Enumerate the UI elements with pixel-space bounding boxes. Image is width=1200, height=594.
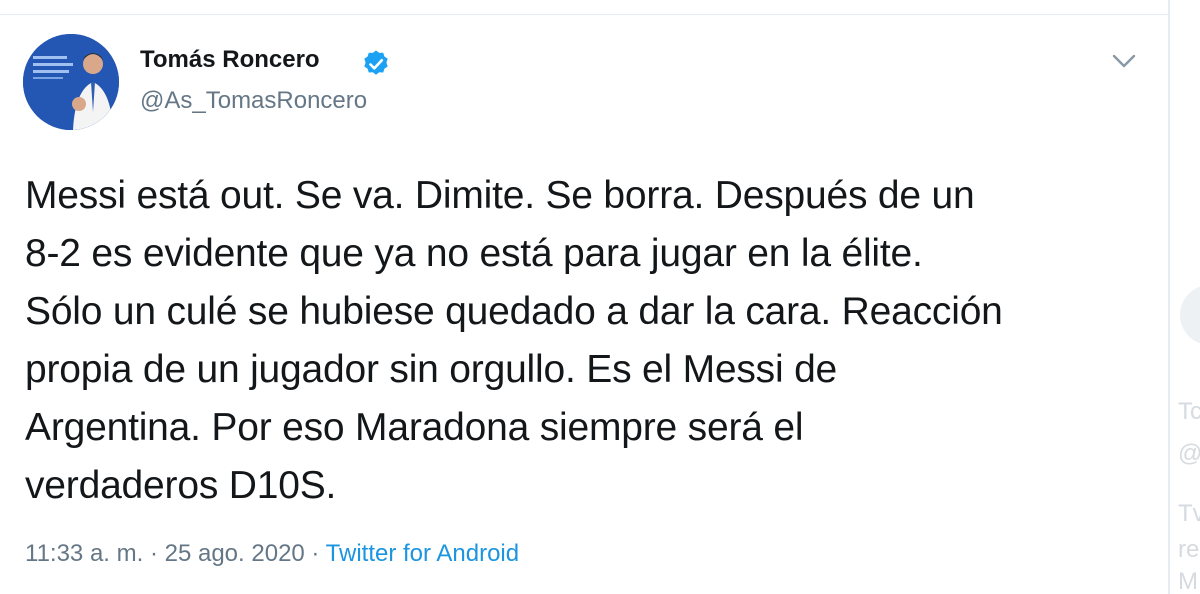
tweet-text-line: Messi está out. Se va. Dimite. Se borra.… [25,174,975,217]
more-options-button[interactable] [1106,47,1142,75]
sidebar-text-fragment: Tc [1178,398,1200,425]
verified-badge-icon [364,50,388,75]
tweet-date[interactable]: 25 ago. 2020 [165,540,305,567]
meta-separator: · [143,540,165,567]
tweet-source-link[interactable]: Twitter for Android [326,540,519,567]
sidebar-text-fragment: re [1178,536,1200,563]
twitter-page: Tomás Roncero @As_TomasRoncero Messi est… [0,0,1200,594]
column-divider [1168,0,1170,594]
sidebar-text-fragment: M [1178,568,1198,594]
tweet-text: Messi está out. Se va. Dimite. Se borra.… [25,167,1150,515]
chevron-down-icon [1112,54,1136,68]
sidebar-text-fragment: Tv [1178,500,1200,527]
tweet-text-line: propia de un jugador sin orgullo. Es el … [25,348,838,391]
author-name[interactable]: Tomás Roncero [140,46,320,74]
sidebar-avatar[interactable] [1180,285,1200,345]
avatar[interactable] [23,34,119,130]
tweet-text-line: 8-2 es evidente que ya no está para juga… [25,232,923,275]
author-handle[interactable]: @As_TomasRoncero [140,87,367,115]
tweet-card[interactable]: Tomás Roncero @As_TomasRoncero Messi est… [0,15,1168,594]
tweet-time[interactable]: 11:33 a. m. [25,540,143,567]
meta-separator: · [304,540,326,567]
tweet-text-line: Argentina. Por eso Maradona siempre será… [25,406,804,449]
avatar-image [23,34,119,130]
tweet-text-line: verdaderos D10S. [25,464,337,507]
tweet-text-line: Sólo un culé se hubiese quedado a dar la… [25,290,1003,333]
sidebar-text-fragment: @ [1178,440,1200,467]
tweet-metadata: 11:33 a. m. · 25 ago. 2020 · Twitter for… [25,540,519,568]
